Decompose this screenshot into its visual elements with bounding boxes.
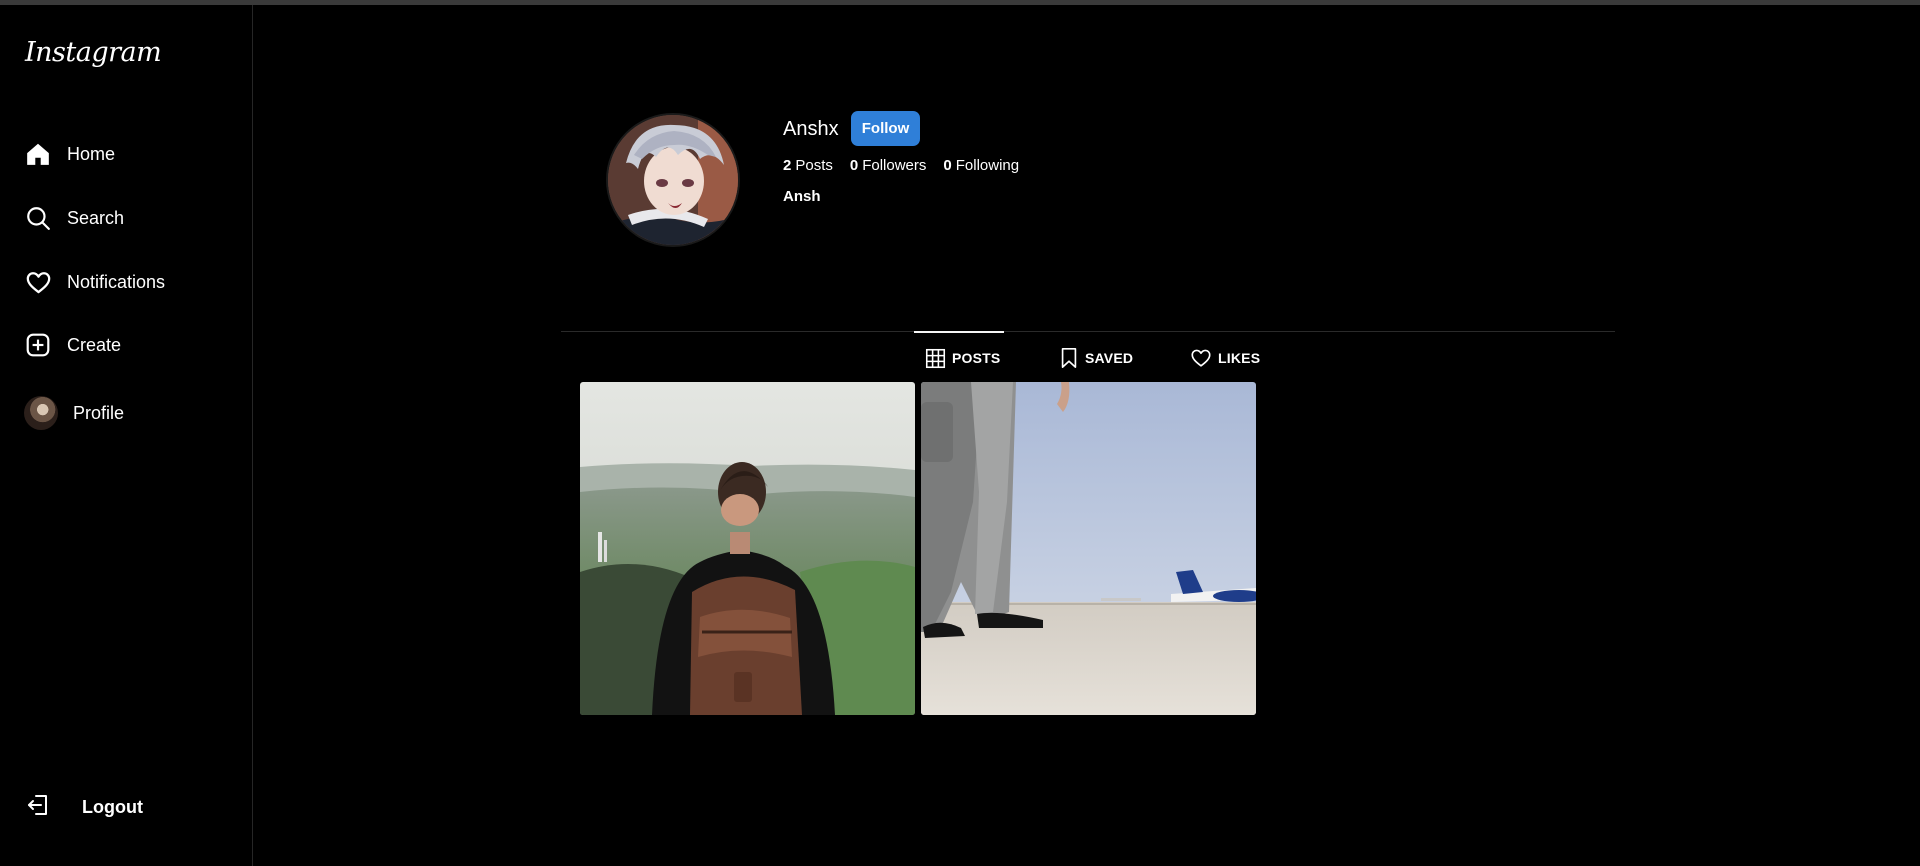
sidebar-item-label: Profile <box>73 402 125 423</box>
sidebar-item-label: Notifications <box>67 271 166 292</box>
following-stat[interactable]: 0 Following <box>943 157 1019 174</box>
posts-label: Posts <box>795 157 833 174</box>
following-count: 0 <box>943 157 952 174</box>
posts-count: 2 <box>783 157 792 174</box>
post-thumbnail-2[interactable] <box>921 382 1256 715</box>
sidebar-item-notifications[interactable]: Notifications <box>24 262 165 302</box>
window-top-bar <box>0 0 1920 5</box>
following-label: Following <box>955 157 1020 174</box>
follow-button[interactable]: Follow <box>851 111 920 146</box>
logout-label: Logout <box>82 797 143 817</box>
post-thumbnail-1[interactable] <box>580 382 915 715</box>
tab-posts[interactable]: POSTS <box>925 346 1000 370</box>
profile-username: Anshx <box>783 118 839 140</box>
profile-full-name: Ansh <box>783 188 821 205</box>
bookmark-icon <box>1059 347 1079 369</box>
tab-saved[interactable]: SAVED <box>1059 346 1133 370</box>
avatar <box>24 396 58 430</box>
posts-count-stat[interactable]: 2 Posts <box>783 157 833 174</box>
logout-icon <box>26 793 50 822</box>
profile-stats: 2 Posts 0 Followers 0 Following <box>783 157 1036 174</box>
sidebar-item-label: Search <box>67 207 125 228</box>
sidebar-item-profile[interactable]: Profile <box>24 393 124 433</box>
heart-icon <box>1190 347 1212 369</box>
sidebar-item-search[interactable]: Search <box>24 198 124 238</box>
sidebar-item-create[interactable]: Create <box>24 325 121 365</box>
post-image-valley <box>580 382 915 715</box>
heart-icon <box>24 268 52 296</box>
search-icon <box>24 204 52 232</box>
tabs-divider <box>561 331 1615 332</box>
logout-button[interactable]: Logout <box>26 793 143 822</box>
sidebar: Instagram Home Search Notifications Crea… <box>0 5 253 866</box>
tab-label: POSTS <box>952 350 1001 366</box>
followers-count: 0 <box>849 157 859 174</box>
tab-label: SAVED <box>1085 350 1134 366</box>
post-image-airport <box>921 382 1256 715</box>
grid-icon <box>925 348 946 369</box>
sidebar-item-label: Create <box>67 334 122 355</box>
plus-square-icon <box>24 331 52 359</box>
tab-label: LIKES <box>1218 350 1261 366</box>
sidebar-item-home[interactable]: Home <box>24 134 115 174</box>
active-tab-indicator <box>914 331 1004 333</box>
followers-stat[interactable]: 0 Followers <box>850 157 927 174</box>
profile-avatar[interactable] <box>606 113 740 247</box>
sidebar-item-label: Home <box>67 143 116 164</box>
instagram-logo[interactable]: Instagram <box>25 37 162 68</box>
followers-label: Followers <box>862 157 927 174</box>
tab-likes[interactable]: LIKES <box>1190 346 1260 370</box>
home-icon <box>24 140 52 168</box>
